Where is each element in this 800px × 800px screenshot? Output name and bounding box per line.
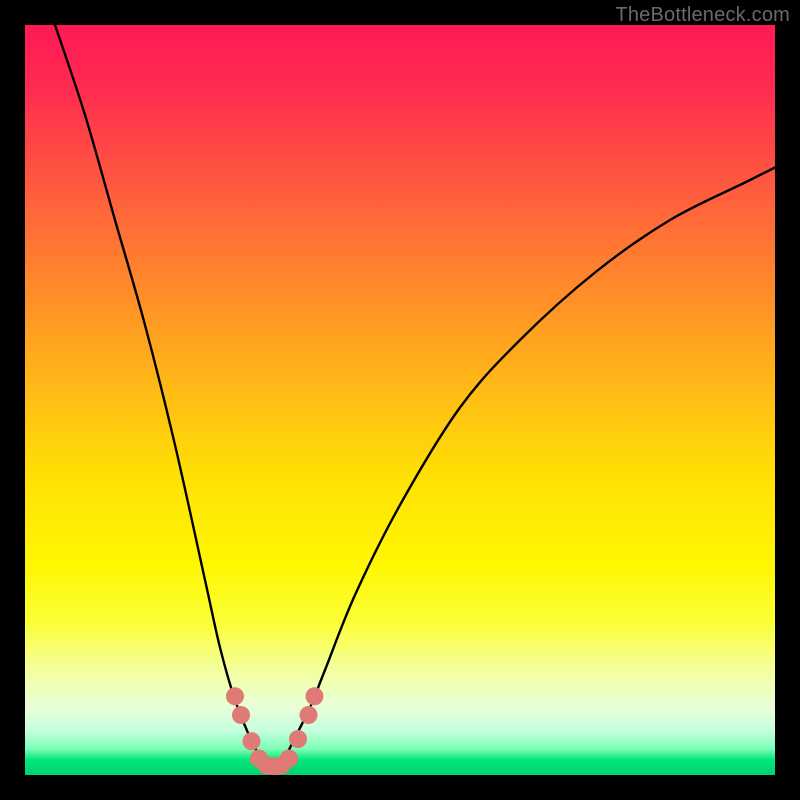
plot-area <box>25 25 775 775</box>
chart-svg <box>25 25 775 775</box>
outer-frame: TheBottleneck.com <box>0 0 800 800</box>
left-dot-near <box>243 732 261 750</box>
right-dot-upper <box>306 687 324 705</box>
right-dot-near <box>289 730 307 748</box>
curve-layer <box>55 25 775 768</box>
marker-layer <box>226 687 324 775</box>
left-dot-lower <box>232 706 250 724</box>
bottleneck-curve <box>55 25 775 768</box>
watermark-text: TheBottleneck.com <box>615 4 790 27</box>
bottom-dot-5 <box>280 750 298 768</box>
left-dot-upper <box>226 687 244 705</box>
right-dot-lower <box>300 706 318 724</box>
